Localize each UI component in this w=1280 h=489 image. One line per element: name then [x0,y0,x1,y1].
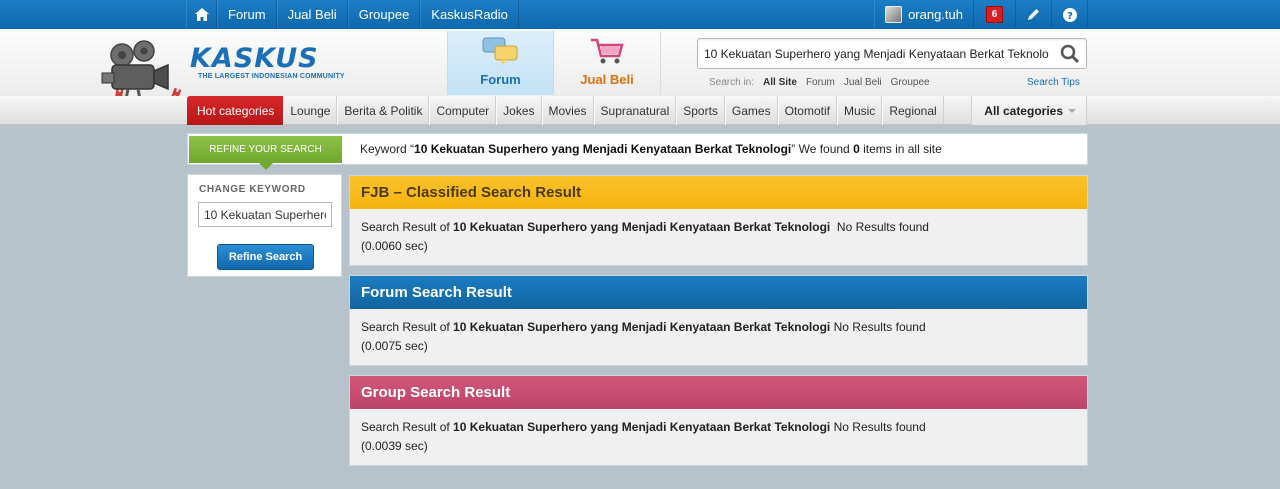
scope-jual-beli[interactable]: Jual Beli [844,77,882,88]
result-time: (0.0075 sec) [361,339,428,353]
question-icon: ? [1062,7,1077,22]
result-time: (0.0060 sec) [361,239,428,253]
result-status: No Results found [830,420,926,434]
avatar [885,6,903,23]
keyword-value: 10 Kekuatan Superhero yang Menjadi Kenya… [414,142,792,156]
scope-forum[interactable]: Forum [806,77,835,88]
result-status: No Results found [830,320,926,334]
search-scope-label: Search in: [709,77,755,88]
topnav-forum[interactable]: Forum [217,0,277,29]
refine-strip: REFINE YOUR SEARCH Keyword “10 Kekuatan … [187,133,1088,170]
result-keyword: 10 Kekuatan Superhero yang Menjadi Kenya… [453,220,831,234]
change-keyword-title: CHANGE KEYWORD [199,184,306,195]
search-scope: Search in: All Site Forum Jual Beli Grou… [709,77,930,88]
topnav-jual-beli[interactable]: Jual Beli [276,0,348,29]
category-otomotif[interactable]: Otomotif [777,96,837,125]
search-icon[interactable] [1060,44,1080,64]
hot-categories[interactable]: Hot categories [187,96,284,125]
result-keyword: 10 Kekuatan Superhero yang Menjadi Kenya… [453,320,831,334]
category-berita-politik[interactable]: Berita & Politik [337,96,430,125]
search-input[interactable] [704,45,1049,63]
keyword-suffix: items in all site [859,142,942,156]
group-result-body: Search Result of 10 Kekuatan Superhero y… [350,409,1087,465]
result-prefix: Search Result of [361,320,454,334]
kaskus-logo[interactable]: KASKUS THE LARGEST INDONESIAN COMMUNITY [190,43,345,81]
help-button[interactable]: ? [1052,0,1088,29]
scope-groupee[interactable]: Groupee [891,77,930,88]
search-box [697,38,1087,69]
category-jokes[interactable]: Jokes [496,96,542,125]
result-prefix: Search Result of [361,220,454,234]
category-bar: Hot categories Lounge Berita & Politik C… [0,96,1280,125]
tab-forum[interactable]: Forum [447,31,554,95]
category-supranatural[interactable]: Supranatural [593,96,677,125]
keyword-prefix: Keyword “ [360,142,415,156]
category-movies[interactable]: Movies [541,96,594,125]
topnav-groupee[interactable]: Groupee [347,0,421,29]
tab-jual-beli-label: Jual Beli [580,72,634,87]
refine-your-search-label: REFINE YOUR SEARCH [189,136,342,163]
group-result-title: Group Search Result [350,376,1087,409]
logo-wordmark: KASKUS [190,43,319,74]
result-keyword: 10 Kekuatan Superhero yang Menjadi Kenya… [453,420,831,434]
result-prefix: Search Result of [361,420,454,434]
keyword-mid: ” We found [791,142,854,156]
category-music[interactable]: Music [836,96,883,125]
all-categories-label: All categories [984,103,1063,118]
forum-result-title: Forum Search Result [350,276,1087,309]
top-nav-bar: Forum Jual Beli Groupee KaskusRadio oran… [0,0,1280,29]
username: orang.tuh [908,7,963,22]
chat-bubbles-icon [482,37,517,65]
tab-jual-beli[interactable]: Jual Beli [554,31,661,95]
search-tips-link[interactable]: Search Tips [1027,77,1080,88]
change-keyword-input[interactable] [198,202,332,227]
home-icon [194,8,209,21]
home-button[interactable] [186,0,217,29]
all-categories-dropdown[interactable]: All categories [971,96,1087,125]
topnav-kaskusradio[interactable]: KaskusRadio [420,0,519,29]
fjb-result-title: FJB – Classified Search Result [350,176,1087,209]
notification-badge: 6 [985,6,1004,23]
keyword-summary: Keyword “10 Kekuatan Superhero yang Menj… [360,142,942,156]
forum-result-body: Search Result of 10 Kekuatan Superhero y… [350,309,1087,365]
new-post-button[interactable] [1016,0,1052,29]
fjb-result-body: Search Result of 10 Kekuatan Superhero y… [350,209,1087,265]
category-lounge[interactable]: Lounge [283,96,338,125]
category-regional[interactable]: Regional [882,96,944,125]
pencil-icon [1028,9,1039,20]
forum-result-panel: Forum Search Result Search Result of 10 … [349,275,1088,366]
scope-all-site[interactable]: All Site [763,77,797,88]
fjb-result-panel: FJB – Classified Search Result Search Re… [349,175,1088,266]
change-keyword-panel: CHANGE KEYWORD Refine Search [187,174,342,277]
chevron-down-icon [1068,108,1076,113]
result-time: (0.0039 sec) [361,439,428,453]
logo-tagline: THE LARGEST INDONESIAN COMMUNITY [198,73,345,80]
category-sports[interactable]: Sports [676,96,725,125]
notification-button[interactable]: 6 [974,0,1016,29]
refine-search-button[interactable]: Refine Search [217,244,314,270]
refine-arrow-icon [259,163,273,170]
category-games[interactable]: Games [724,96,778,125]
group-result-panel: Group Search Result Search Result of 10 … [349,375,1088,466]
result-status: No Results found [830,220,929,234]
user-menu[interactable]: orang.tuh [874,0,974,29]
tab-forum-label: Forum [480,72,521,87]
svg-text:?: ? [1067,11,1073,22]
category-computer[interactable]: Computer [429,96,497,125]
result-count: 0 [853,142,860,156]
shopping-cart-icon [591,38,624,64]
